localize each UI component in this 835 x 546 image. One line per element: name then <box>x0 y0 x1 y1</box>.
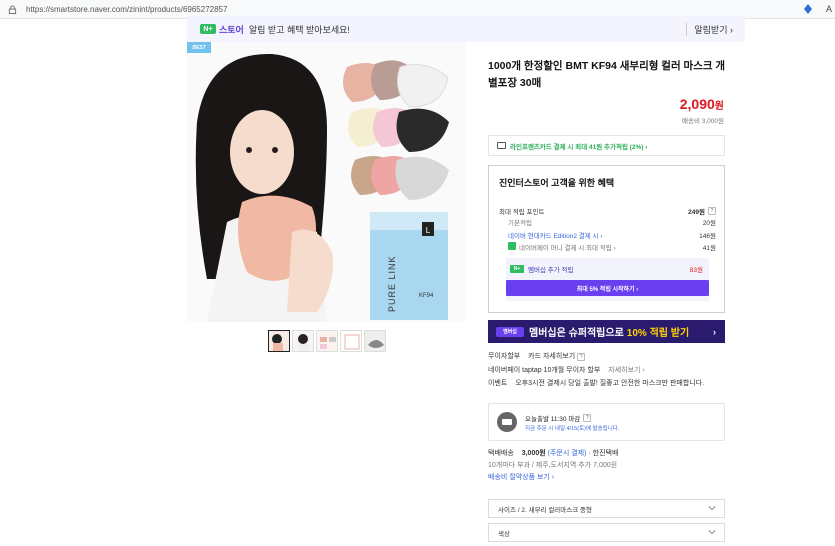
chevron-down-icon <box>708 530 716 535</box>
taptap-line: 네이버페이 taptap 10개월 무이자 할부 자세히보기 › <box>488 365 645 375</box>
taptap-detail-link[interactable]: 자세히보기 › <box>608 367 644 374</box>
thumbnail-strip <box>268 330 386 352</box>
nplus-badge: N+ <box>200 24 216 34</box>
today-dispatch-box: 오늘출발 11:30 마감? 지금 주문 시 내일 4/15(토)에 발송됩니다… <box>488 403 725 441</box>
info-key: 네이버페이 taptap 10개월 무이자 할부 <box>488 367 601 374</box>
benefit-title: 진인터스토어 고객을 위한 혜택 <box>499 178 615 188</box>
card-promo-text: 라인프렌즈카드 결제 시 최대 41원 추가적립 (2%) › <box>510 143 648 151</box>
profile-button[interactable]: A <box>826 4 832 14</box>
membership-box: N+ 멤버십 추가 적립 83원 최대 5% 적립 시작하기 › <box>506 258 709 301</box>
event-line: 이벤트 오후3시전 결제시 당일 출발! 질좋고 안전한 마스크만 판매합니다. <box>488 378 704 388</box>
installment-line: 무이자할부 카드 자세히보기 ? <box>488 351 586 361</box>
benefit-row-max: 최대 적립 포인트 249원? <box>499 206 716 216</box>
credit-card-icon <box>497 142 506 149</box>
npay-icon <box>508 242 516 250</box>
truck-icon <box>497 412 517 432</box>
card-detail-link[interactable]: 카드 자세히보기 <box>528 353 575 360</box>
color-select[interactable]: 색상 <box>488 523 725 542</box>
benefit-value: 41원 <box>702 245 716 252</box>
product-title: 1000개 한정할인 BMT KF94 새부리형 컬러 마스크 개별포장 30매 <box>488 60 726 89</box>
dispatch-date: 지금 주문 시 내일 4/15(토)에 발송됩니다. <box>525 426 620 432</box>
benefit-value: 20원 <box>702 220 716 227</box>
shipping-label: 택배배송 <box>488 450 514 457</box>
membership-pill: 멤버십 <box>496 326 524 337</box>
benefit-row-npay[interactable]: 네이버페이 머니 결제 시 최대 적립 › 41원 <box>499 242 716 252</box>
help-icon[interactable]: ? <box>577 353 586 361</box>
shipping-carrier: · 한진택배 <box>588 450 619 457</box>
shipping-save-link[interactable]: 배송비 절약상품 보기 › <box>488 472 554 482</box>
thumbnail-4[interactable] <box>340 330 362 352</box>
nplus-badge: N+ <box>510 265 524 273</box>
price-unit: 원 <box>714 101 724 112</box>
shipping-fee-mini: 배송비 3,000원 <box>682 118 724 125</box>
url-text[interactable]: https://smartstore.naver.com/zinint/prod… <box>26 5 227 14</box>
super-points-banner[interactable]: 멤버십 멤버십은 슈퍼적립으로 10% 적립 받기 › <box>488 320 725 343</box>
super-banner-text: 멤버십은 슈퍼적립으로 <box>529 328 624 339</box>
membership-value: 83원 <box>689 267 703 274</box>
membership-start-button[interactable]: 최대 5% 적립 시작하기 › <box>506 280 709 296</box>
box-brand-label: PURE LINK <box>387 255 397 312</box>
benefit-label-wrap[interactable]: 네이버페이 머니 결제 시 최대 적립 › <box>499 242 616 252</box>
lock-icon <box>8 4 17 14</box>
event-text: 오후3시전 결제시 당일 출발! 질좋고 안전한 마스크만 판매합니다. <box>515 380 705 387</box>
info-key: 이벤트 <box>488 380 508 387</box>
product-main-image[interactable]: BEST L PURE LINK KF94 <box>187 42 466 322</box>
card-promo-banner[interactable]: 라인프렌즈카드 결제 시 최대 41원 추가적립 (2%) › <box>488 135 725 156</box>
box-kf-label: KF94 <box>419 293 434 299</box>
shipping-fee: 3,000원 <box>521 450 546 457</box>
alert-subscribe-link[interactable]: 알림받기 › <box>686 22 733 36</box>
benefit-label: 최대 적립 포인트 <box>499 209 545 216</box>
product-photo: L PURE LINK KF94 <box>187 42 466 322</box>
chevron-down-icon <box>708 506 716 511</box>
super-banner-highlight: 10% 적립 받기 <box>626 328 690 339</box>
help-icon[interactable]: ? <box>583 414 592 422</box>
thumbnail-3[interactable] <box>316 330 338 352</box>
shipping-note: 10개마다 부과 / 제주,도서지역 추가 7,000원 <box>488 462 618 469</box>
size-select[interactable]: 사이즈 / 2. 새부리 컬러마스크 중형 <box>488 499 725 518</box>
benefit-row-hyundai[interactable]: 네이버 현대카드 Edition2 결제 시 › 146원 <box>499 230 716 240</box>
best-badge: BEST <box>187 42 211 53</box>
benefit-box: 진인터스토어 고객을 위한 혜택 최대 적립 포인트 249원? 기본적립 20… <box>488 165 725 313</box>
benefit-label: 네이버페이 머니 결제 시 최대 적립 › <box>519 245 616 252</box>
benefit-value: 146원 <box>699 233 716 240</box>
color-select-value: 색상 <box>498 530 510 538</box>
help-icon[interactable]: ? <box>708 207 716 215</box>
extension-icon[interactable] <box>803 4 813 14</box>
thumbnail-5[interactable] <box>364 330 386 352</box>
info-key: 무이자할부 <box>488 353 521 360</box>
size-select-value: 사이즈 / 2. 새부리 컬러마스크 중형 <box>498 506 592 514</box>
price-value: 2,090 <box>679 96 715 112</box>
chevron-right-icon: › <box>713 326 716 337</box>
store-alert-banner: N+ 스토어 알림 받고 혜택 받아보세요! 알림받기 › <box>187 16 745 42</box>
thumbnail-1[interactable] <box>268 330 290 352</box>
product-price: 2,090원 <box>600 96 724 112</box>
benefit-label: 기본적립 <box>508 220 532 227</box>
box-size-label: L <box>426 226 431 235</box>
shipping-condition: (주문시 결제) <box>547 450 587 457</box>
store-label: 스토어 <box>219 24 244 35</box>
membership-label: 멤버십 추가 적립 <box>528 267 574 274</box>
banner-text: 알림 받고 혜택 받아보세요! <box>248 24 350 35</box>
benefit-label[interactable]: 네이버 현대카드 Edition2 결제 시 › <box>499 230 602 240</box>
shipping-line: 택배배송 3,000원 (주문시 결제) · 한진택배 <box>488 448 618 458</box>
thumbnail-2[interactable] <box>292 330 314 352</box>
benefit-value: 249원 <box>688 209 705 216</box>
benefit-row-basic: 기본적립 20원 <box>499 217 716 227</box>
dispatch-deadline: 오늘출발 11:30 마감 <box>525 416 581 423</box>
